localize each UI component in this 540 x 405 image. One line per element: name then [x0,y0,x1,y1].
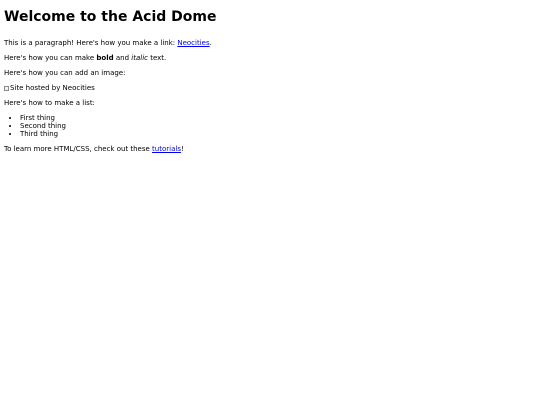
paragraph-image-intro: Here's how you can add an image: [4,69,126,77]
paragraph-text: Here's how you can make [4,54,97,62]
list-item: First thing [20,114,536,122]
paragraph-tutorials: To learn more HTML/CSS, check out these … [4,145,536,153]
broken-image-icon [4,85,9,91]
page-content: Welcome to the Acid Dome This is a parag… [0,0,540,405]
tutorials-link[interactable]: tutorials [152,145,181,153]
paragraph-text: This is a paragraph! Here's how you make… [4,39,178,47]
list-item: Third thing [20,130,536,138]
image-alt-text: Site hosted by Neocities [10,84,95,92]
neocities-image: Site hosted by Neocities [4,84,95,92]
italic-text: italic [131,54,148,62]
paragraph-text: To learn more HTML/CSS, check out these [4,145,153,153]
paragraph-list-intro: Here's how to make a list: [4,99,95,107]
bold-text: bold [96,54,114,62]
paragraph-period: . [209,39,212,47]
paragraph-exclamation: ! [180,145,184,153]
paragraph-text: text. [147,54,167,62]
paragraph-text: and [113,54,132,62]
example-list: First thing Second thing Third thing [4,114,536,138]
neocities-link[interactable]: Neocities [177,39,209,47]
list-item: Second thing [20,122,536,130]
page-title: Welcome to the Acid Dome [4,9,217,25]
paragraph-link-example: This is a paragraph! Here's how you make… [4,39,536,47]
paragraph-formatting-example: Here's how you can make bold and italic … [4,54,536,62]
